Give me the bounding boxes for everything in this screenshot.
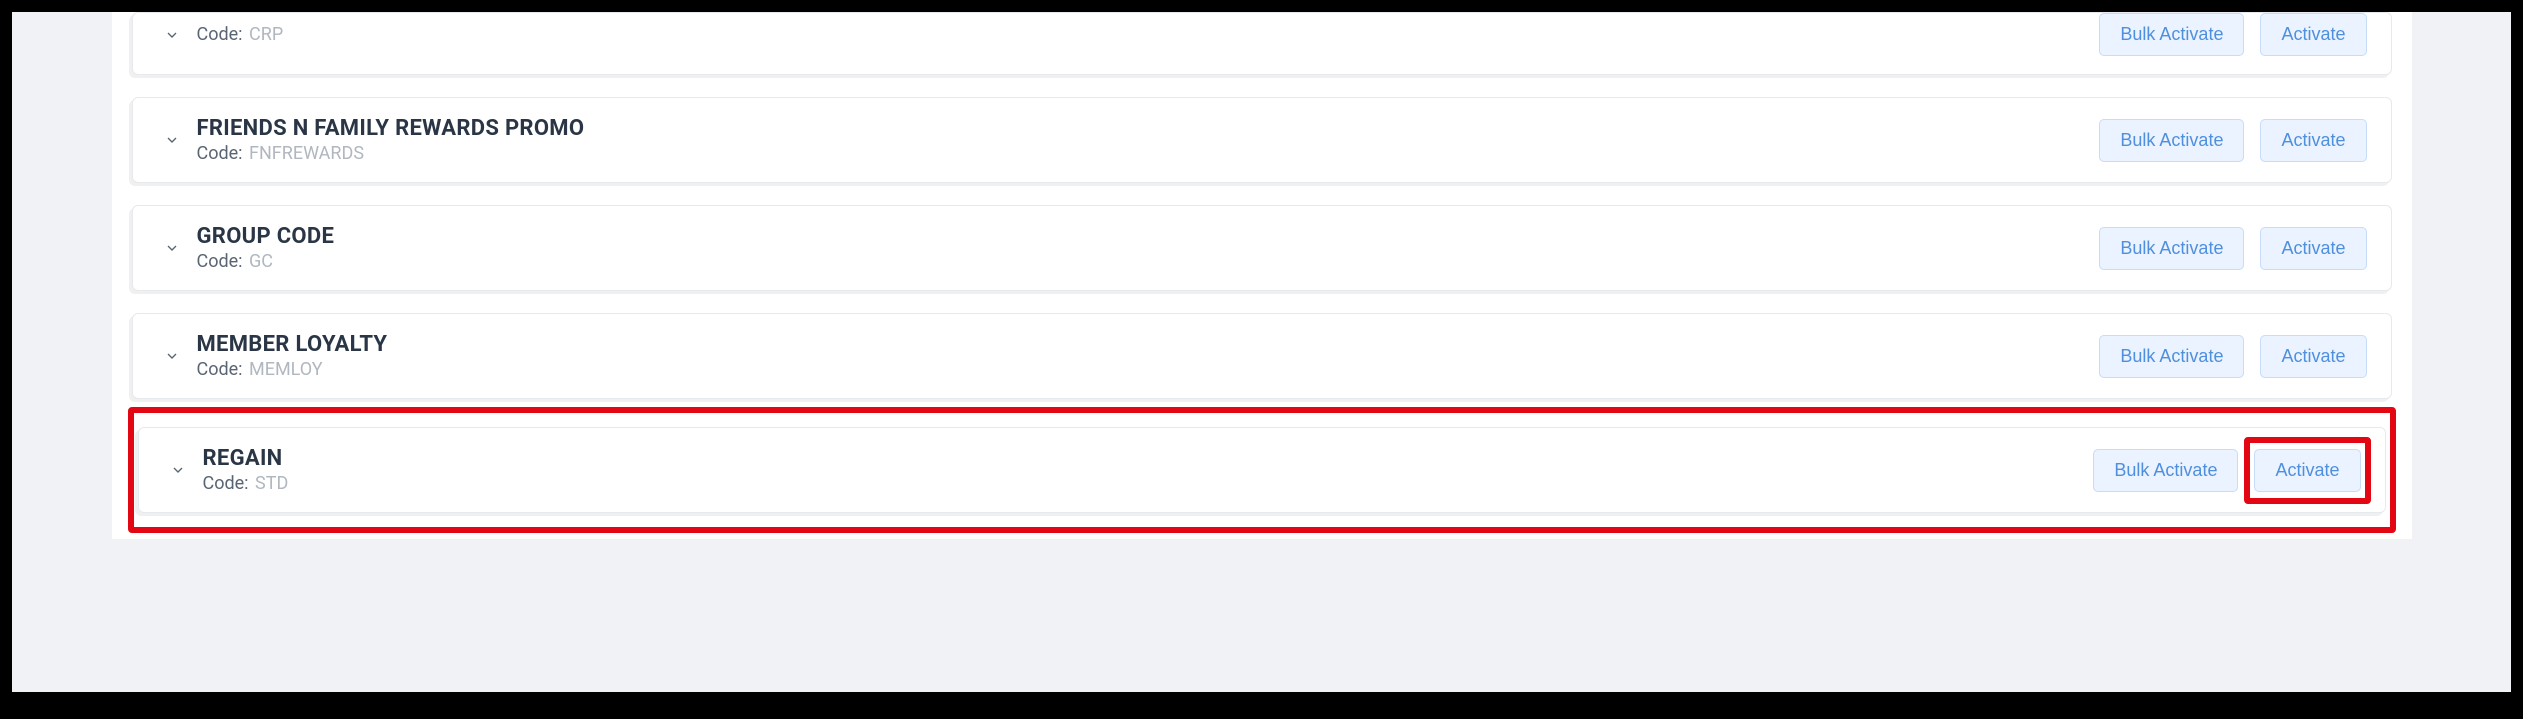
bulk-activate-button[interactable]: Bulk Activate [2099, 119, 2244, 162]
code-label: Code: [197, 251, 243, 272]
promotion-actions: Bulk Activate Activate [2099, 227, 2366, 270]
expand-toggle[interactable] [157, 27, 187, 43]
promotion-code-line: Code: GC [197, 251, 2100, 272]
code-value: CRP [249, 24, 283, 45]
promotion-code-line: Code: FNFREWARDS [197, 143, 2100, 164]
activate-button[interactable]: Activate [2260, 13, 2366, 56]
bulk-activate-button[interactable]: Bulk Activate [2099, 227, 2244, 270]
promotion-card: REGAIN Code: STD Bulk Activate Activate [138, 427, 2386, 513]
chevron-down-icon [164, 132, 180, 148]
highlight-annotation-activate: Activate [2254, 449, 2360, 492]
promotion-code-line: Code: CRP [197, 24, 2100, 45]
promotion-card: GROUP CODE Code: GC Bulk Activate Activa… [132, 205, 2392, 291]
expand-toggle[interactable] [163, 462, 193, 478]
chevron-down-icon [164, 240, 180, 256]
code-label: Code: [197, 24, 243, 45]
code-value: STD [255, 473, 288, 494]
activate-button[interactable]: Activate [2254, 449, 2360, 492]
promotion-info: Code: CRP [197, 24, 2100, 45]
promotion-actions: Bulk Activate Activate [2099, 335, 2366, 378]
promotion-title: MEMBER LOYALTY [197, 332, 2100, 357]
promotion-info: MEMBER LOYALTY Code: MEMLOY [197, 332, 2100, 380]
chevron-down-icon [170, 462, 186, 478]
page-background: Code: CRP Bulk Activate Activate FRIENDS… [12, 12, 2511, 692]
promotion-info: GROUP CODE Code: GC [197, 224, 2100, 272]
promotion-actions: Bulk Activate Activate [2099, 119, 2366, 162]
promotion-card: Code: CRP Bulk Activate Activate [132, 12, 2392, 75]
promotion-title: REGAIN [203, 446, 2094, 471]
promotion-actions: Bulk Activate Activate [2099, 13, 2366, 56]
highlight-annotation: REGAIN Code: STD Bulk Activate Activate [128, 407, 2396, 533]
promotion-card: MEMBER LOYALTY Code: MEMLOY Bulk Activat… [132, 313, 2392, 399]
activate-button[interactable]: Activate [2260, 227, 2366, 270]
bulk-activate-button[interactable]: Bulk Activate [2099, 13, 2244, 56]
promotion-info: REGAIN Code: STD [203, 446, 2094, 494]
promotion-actions: Bulk Activate Activate [2093, 449, 2360, 492]
activate-button[interactable]: Activate [2260, 335, 2366, 378]
code-value: GC [249, 251, 273, 272]
bulk-activate-button[interactable]: Bulk Activate [2099, 335, 2244, 378]
activate-button[interactable]: Activate [2260, 119, 2366, 162]
content-panel: Code: CRP Bulk Activate Activate FRIENDS… [112, 12, 2412, 539]
promotion-card: FRIENDS N FAMILY REWARDS PROMO Code: FNF… [132, 97, 2392, 183]
expand-toggle[interactable] [157, 132, 187, 148]
promotion-list: Code: CRP Bulk Activate Activate FRIENDS… [132, 12, 2392, 519]
expand-toggle[interactable] [157, 348, 187, 364]
code-value: MEMLOY [249, 359, 323, 380]
code-label: Code: [197, 143, 243, 164]
promotion-code-line: Code: STD [203, 473, 2094, 494]
code-label: Code: [197, 359, 243, 380]
promotion-info: FRIENDS N FAMILY REWARDS PROMO Code: FNF… [197, 116, 2100, 164]
code-value: FNFREWARDS [249, 143, 364, 164]
promotion-title: GROUP CODE [197, 224, 2100, 249]
promotion-title: FRIENDS N FAMILY REWARDS PROMO [197, 116, 2100, 141]
promotion-code-line: Code: MEMLOY [197, 359, 2100, 380]
chevron-down-icon [164, 348, 180, 364]
expand-toggle[interactable] [157, 240, 187, 256]
bulk-activate-button[interactable]: Bulk Activate [2093, 449, 2238, 492]
chevron-down-icon [164, 27, 180, 43]
code-label: Code: [203, 473, 249, 494]
